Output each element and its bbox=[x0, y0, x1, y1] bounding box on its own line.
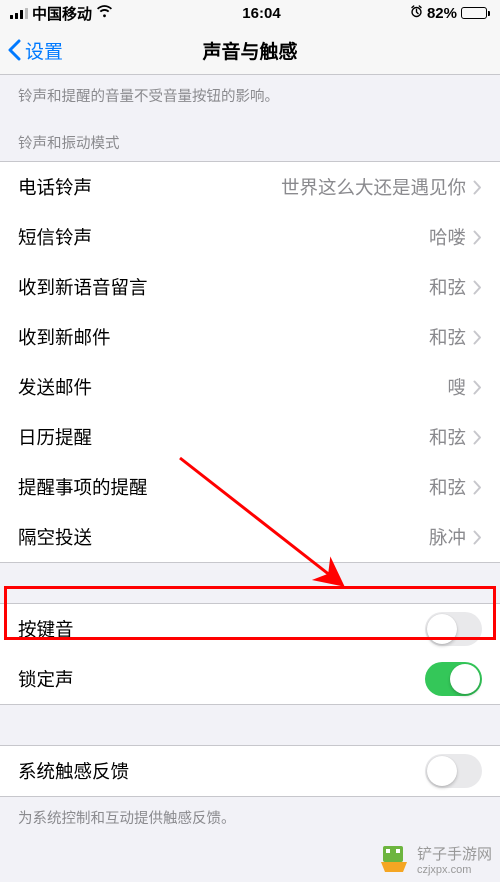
item-value: 嗖 bbox=[447, 374, 466, 400]
watermark-logo-icon bbox=[377, 842, 411, 876]
volume-description: 铃声和提醒的音量不受音量按钮的影响。 bbox=[0, 75, 500, 114]
battery-percent: 82% bbox=[427, 5, 457, 22]
nav-bar: 设置 声音与触感 bbox=[0, 26, 500, 75]
chevron-right-icon bbox=[473, 280, 482, 295]
list-item[interactable]: 电话铃声世界这么大还是遇见你 bbox=[0, 162, 500, 212]
sound-toggle-list: 按键音锁定声 bbox=[0, 603, 500, 705]
back-chevron-icon bbox=[7, 39, 21, 61]
list-item[interactable]: 短信铃声哈喽 bbox=[0, 212, 500, 262]
status-bar: 中国移动 16:04 82% bbox=[0, 0, 500, 26]
toggle-switch[interactable] bbox=[425, 612, 482, 646]
haptic-list: 系统触感反馈 bbox=[0, 745, 500, 797]
item-label: 日历提醒 bbox=[18, 424, 429, 450]
status-right: 82% bbox=[410, 5, 490, 22]
spacer bbox=[0, 705, 500, 745]
chevron-right-icon bbox=[473, 330, 482, 345]
item-label: 收到新邮件 bbox=[18, 324, 429, 350]
item-label: 按键音 bbox=[18, 616, 425, 642]
list-item[interactable]: 提醒事项的提醒和弦 bbox=[0, 462, 500, 512]
haptic-description: 为系统控制和互动提供触感反馈。 bbox=[0, 797, 500, 838]
item-value: 和弦 bbox=[429, 324, 466, 350]
status-time: 16:04 bbox=[242, 5, 280, 22]
item-value: 世界这么大还是遇见你 bbox=[281, 174, 466, 200]
item-label: 隔空投送 bbox=[18, 524, 429, 550]
status-left: 中国移动 bbox=[10, 3, 113, 24]
toggle-switch[interactable] bbox=[425, 754, 482, 788]
watermark-text: 铲子手游网 bbox=[417, 843, 492, 864]
section-header-ringtone: 铃声和振动模式 bbox=[0, 114, 500, 161]
list-item[interactable]: 日历提醒和弦 bbox=[0, 412, 500, 462]
toggle-switch[interactable] bbox=[425, 662, 482, 696]
chevron-right-icon bbox=[473, 430, 482, 445]
ringtone-list: 电话铃声世界这么大还是遇见你短信铃声哈喽收到新语音留言和弦收到新邮件和弦发送邮件… bbox=[0, 161, 500, 563]
item-label: 发送邮件 bbox=[18, 374, 447, 400]
chevron-right-icon bbox=[473, 380, 482, 395]
item-value: 脉冲 bbox=[429, 524, 466, 550]
back-label: 设置 bbox=[25, 37, 63, 64]
item-label: 锁定声 bbox=[18, 666, 425, 692]
signal-icon bbox=[10, 8, 28, 19]
item-value: 和弦 bbox=[429, 274, 466, 300]
wifi-icon bbox=[96, 5, 113, 21]
back-button[interactable]: 设置 bbox=[0, 37, 63, 64]
chevron-right-icon bbox=[473, 230, 482, 245]
list-item: 按键音 bbox=[0, 604, 500, 654]
page-title: 声音与触感 bbox=[202, 37, 297, 64]
battery-icon bbox=[461, 7, 490, 19]
watermark-url: czjxpx.com bbox=[417, 864, 492, 876]
item-label: 收到新语音留言 bbox=[18, 274, 429, 300]
item-label: 提醒事项的提醒 bbox=[18, 474, 429, 500]
list-item[interactable]: 收到新语音留言和弦 bbox=[0, 262, 500, 312]
list-item[interactable]: 收到新邮件和弦 bbox=[0, 312, 500, 362]
chevron-right-icon bbox=[473, 530, 482, 545]
item-label: 系统触感反馈 bbox=[18, 758, 425, 784]
alarm-icon bbox=[410, 5, 423, 21]
item-value: 和弦 bbox=[429, 474, 466, 500]
item-value: 哈喽 bbox=[429, 224, 466, 250]
watermark: 铲子手游网 czjxpx.com bbox=[377, 842, 492, 876]
item-label: 电话铃声 bbox=[18, 174, 281, 200]
item-value: 和弦 bbox=[429, 424, 466, 450]
list-item[interactable]: 发送邮件嗖 bbox=[0, 362, 500, 412]
list-item: 锁定声 bbox=[0, 654, 500, 704]
item-label: 短信铃声 bbox=[18, 224, 429, 250]
spacer bbox=[0, 563, 500, 603]
list-item[interactable]: 隔空投送脉冲 bbox=[0, 512, 500, 562]
chevron-right-icon bbox=[473, 480, 482, 495]
carrier-label: 中国移动 bbox=[32, 3, 92, 24]
chevron-right-icon bbox=[473, 180, 482, 195]
list-item: 系统触感反馈 bbox=[0, 746, 500, 796]
